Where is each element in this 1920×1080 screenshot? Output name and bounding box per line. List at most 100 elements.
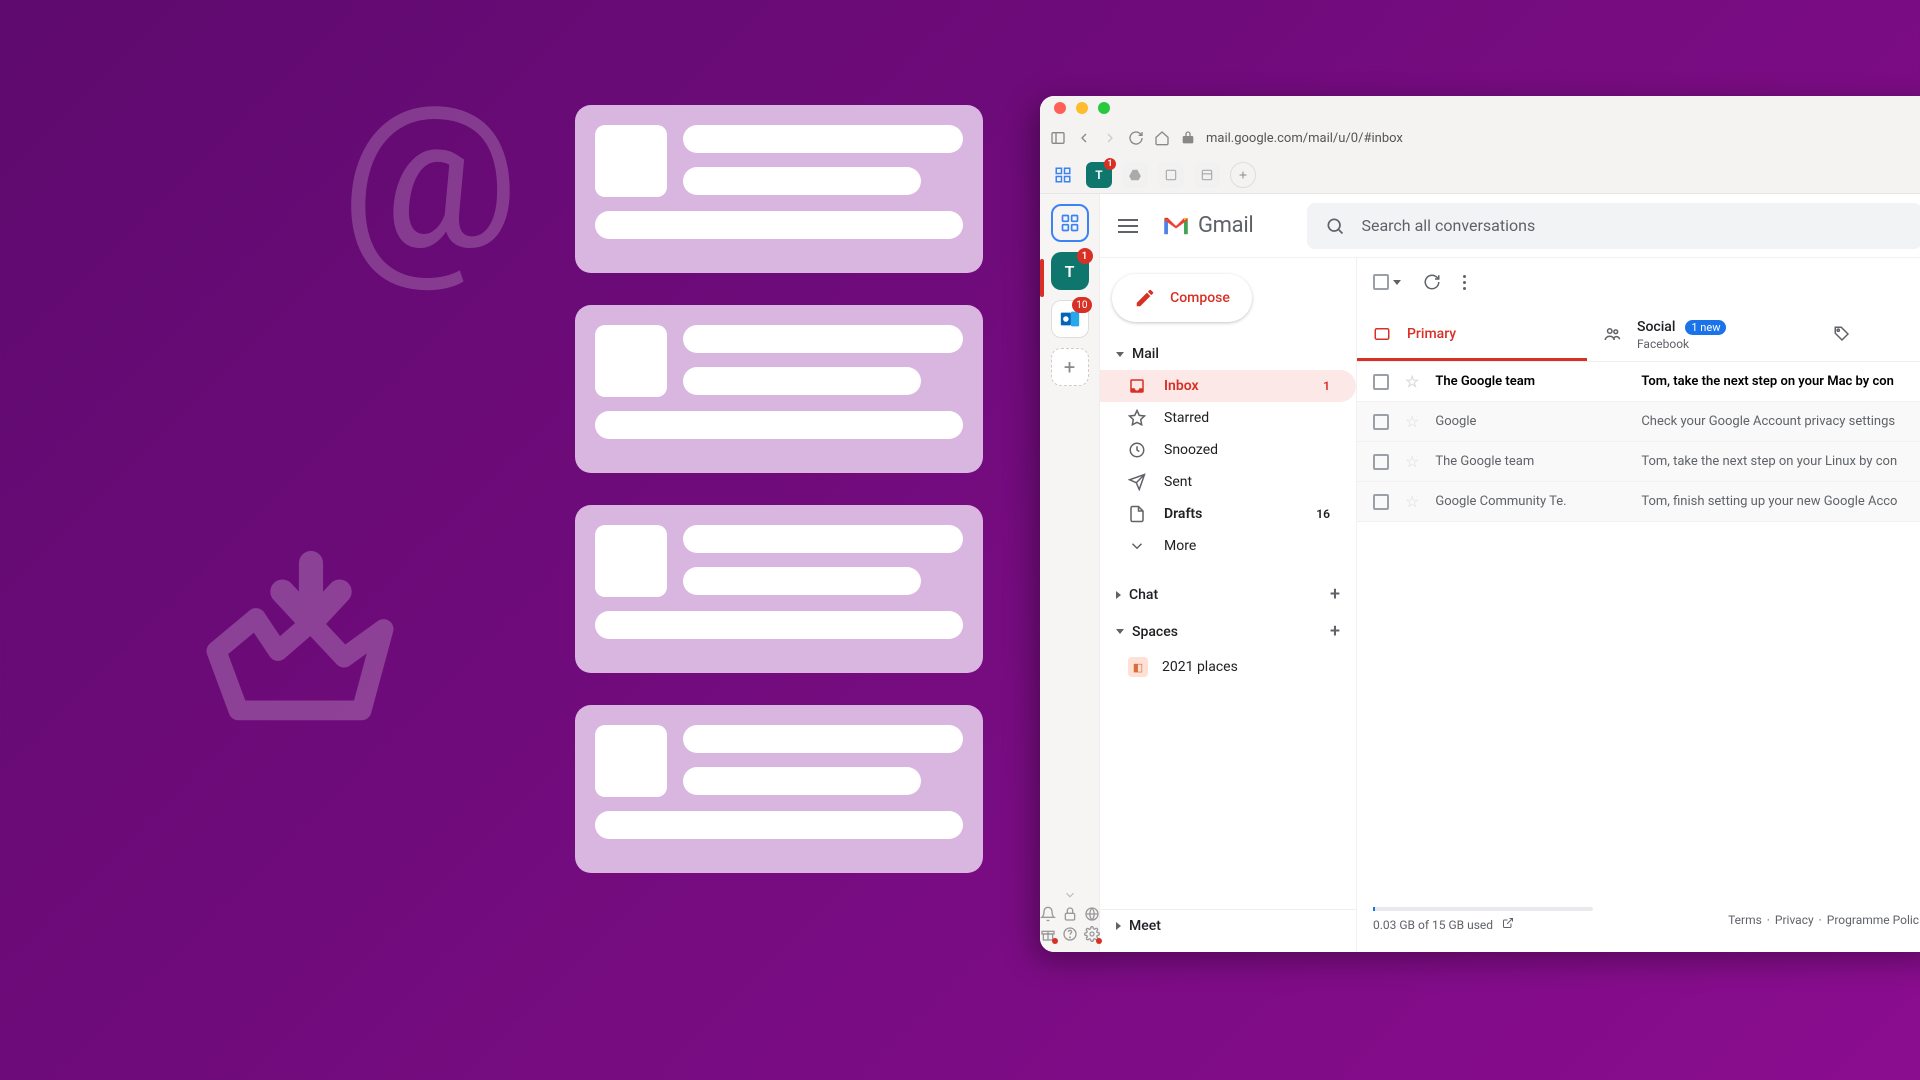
section-meet[interactable]: Meet bbox=[1100, 909, 1356, 942]
nav-snoozed-label: Snoozed bbox=[1164, 442, 1218, 458]
caret-right-icon bbox=[1116, 922, 1121, 930]
send-icon bbox=[1128, 473, 1146, 491]
spaces-add-icon[interactable]: + bbox=[1330, 621, 1340, 642]
bell-icon[interactable] bbox=[1040, 906, 1056, 922]
nav-drafts[interactable]: Drafts 16 bbox=[1100, 498, 1356, 530]
rail-add-account-button[interactable]: + bbox=[1051, 348, 1089, 386]
compose-button[interactable]: Compose bbox=[1112, 274, 1252, 322]
nav-sent[interactable]: Sent bbox=[1100, 466, 1356, 498]
mail-checkbox[interactable] bbox=[1373, 494, 1389, 510]
search-placeholder: Search all conversations bbox=[1361, 216, 1535, 235]
gift-icon[interactable] bbox=[1040, 926, 1056, 942]
star-icon[interactable]: ☆ bbox=[1405, 412, 1419, 431]
tab-app-2[interactable] bbox=[1194, 162, 1220, 188]
caret-right-icon bbox=[1116, 591, 1121, 599]
gmail-footer: 0.03 GB of 15 GB used Terms · Privacy · … bbox=[1357, 897, 1920, 952]
nav-sent-label: Sent bbox=[1164, 474, 1192, 490]
section-meet-label: Meet bbox=[1129, 918, 1161, 934]
section-spaces[interactable]: Spaces + bbox=[1100, 613, 1356, 650]
nav-snoozed[interactable]: Snoozed bbox=[1100, 434, 1356, 466]
rail-bottom-controls bbox=[1040, 888, 1100, 942]
url-text[interactable]: mail.google.com/mail/u/0/#inbox bbox=[1206, 131, 1403, 146]
sidebar-toggle-icon[interactable] bbox=[1050, 130, 1066, 146]
search-icon bbox=[1325, 216, 1345, 236]
star-icon[interactable]: ☆ bbox=[1405, 492, 1419, 511]
help-icon[interactable] bbox=[1062, 926, 1078, 942]
tab-badge: 1 bbox=[1104, 158, 1116, 170]
tab-social-pill: 1 new bbox=[1685, 320, 1726, 335]
window-titlebar bbox=[1040, 96, 1920, 120]
rail-apps-button[interactable] bbox=[1051, 204, 1089, 242]
mail-checkbox[interactable] bbox=[1373, 374, 1389, 390]
rail-account-initial: T bbox=[1065, 262, 1075, 281]
mail-sender: Google Community Te. bbox=[1435, 494, 1625, 509]
chevron-down-icon[interactable] bbox=[1063, 888, 1077, 902]
mail-row[interactable]: ☆The Google teamTom, take the next step … bbox=[1357, 362, 1920, 402]
tab-grid[interactable] bbox=[1050, 162, 1076, 188]
settings-gear-icon[interactable] bbox=[1084, 926, 1100, 942]
category-tabs: Primary Social 1 new Facebook bbox=[1357, 306, 1920, 362]
footer-terms[interactable]: Terms bbox=[1728, 913, 1762, 927]
rail-account-outlook[interactable]: 10 bbox=[1051, 300, 1089, 338]
refresh-icon[interactable] bbox=[1423, 273, 1441, 291]
tab-primary[interactable]: Primary bbox=[1357, 306, 1587, 361]
external-link-icon[interactable] bbox=[1502, 917, 1514, 932]
rail-badge-gmail: 1 bbox=[1077, 248, 1093, 264]
browser-tabstrip: T 1 bbox=[1040, 156, 1920, 194]
rail-account-gmail[interactable]: T 1 bbox=[1051, 252, 1089, 290]
mail-subject: Tom, take the next step on your Mac by c… bbox=[1641, 374, 1920, 389]
tab-gmail-account[interactable]: T 1 bbox=[1086, 162, 1112, 188]
mail-sender: The Google team bbox=[1435, 454, 1625, 469]
footer-program[interactable]: Programme Polici bbox=[1827, 913, 1920, 927]
mail-checkbox[interactable] bbox=[1373, 414, 1389, 430]
nav-more[interactable]: More bbox=[1100, 530, 1356, 562]
mail-subject: Tom, take the next step on your Linux by… bbox=[1641, 454, 1920, 469]
tab-promotions[interactable] bbox=[1817, 306, 1877, 361]
more-options-icon[interactable] bbox=[1463, 275, 1466, 290]
chat-add-icon[interactable]: + bbox=[1330, 584, 1340, 605]
file-icon bbox=[1128, 505, 1146, 523]
tab-primary-label: Primary bbox=[1407, 326, 1456, 342]
inbox-icon bbox=[1128, 377, 1146, 395]
search-input[interactable]: Search all conversations bbox=[1307, 203, 1920, 249]
section-chat[interactable]: Chat + bbox=[1100, 576, 1356, 613]
lock-small-icon[interactable] bbox=[1062, 906, 1078, 922]
star-icon[interactable]: ☆ bbox=[1405, 452, 1419, 471]
rail-badge-outlook: 10 bbox=[1072, 297, 1091, 313]
nav-back-icon[interactable] bbox=[1076, 130, 1092, 146]
star-icon[interactable]: ☆ bbox=[1405, 372, 1419, 391]
nav-starred-label: Starred bbox=[1164, 410, 1209, 426]
mail-row[interactable]: ☆Google Community Te.Tom, finish setting… bbox=[1357, 482, 1920, 522]
mail-row[interactable]: ☆GoogleCheck your Google Account privacy… bbox=[1357, 402, 1920, 442]
tab-social-label: Social bbox=[1637, 319, 1675, 335]
home-icon[interactable] bbox=[1154, 130, 1170, 146]
tab-social[interactable]: Social 1 new Facebook bbox=[1587, 306, 1817, 361]
nav-starred[interactable]: Starred bbox=[1100, 402, 1356, 434]
footer-privacy[interactable]: Privacy bbox=[1775, 913, 1814, 927]
mail-sender: Google bbox=[1435, 414, 1625, 429]
mail-list: ☆ The Google team Tom, take the next step … bbox=[1357, 362, 1920, 522]
rail-active-indicator bbox=[1040, 259, 1044, 297]
pencil-icon bbox=[1134, 287, 1156, 309]
reload-icon[interactable] bbox=[1128, 130, 1144, 146]
mail-checkbox[interactable] bbox=[1373, 454, 1389, 470]
tab-drive[interactable] bbox=[1122, 162, 1148, 188]
nav-inbox[interactable]: Inbox 1 bbox=[1100, 370, 1356, 402]
menu-icon[interactable] bbox=[1118, 219, 1138, 233]
tab-app-1[interactable] bbox=[1158, 162, 1184, 188]
space-item-label: 2021 places bbox=[1162, 659, 1238, 675]
nav-drafts-label: Drafts bbox=[1164, 506, 1202, 522]
space-item[interactable]: ◧ 2021 places bbox=[1100, 650, 1356, 684]
globe-icon[interactable] bbox=[1084, 906, 1100, 922]
select-all-checkbox[interactable] bbox=[1373, 274, 1401, 290]
new-tab-button[interactable] bbox=[1230, 162, 1256, 188]
mail-row[interactable]: ☆ The Google team Tom, take the next step … bbox=[1357, 442, 1920, 482]
section-mail-label: Mail bbox=[1132, 346, 1159, 362]
section-mail[interactable]: Mail bbox=[1100, 338, 1356, 370]
window-maximize-button[interactable] bbox=[1098, 102, 1110, 114]
nav-forward-icon[interactable] bbox=[1102, 130, 1118, 146]
window-close-button[interactable] bbox=[1054, 102, 1066, 114]
window-minimize-button[interactable] bbox=[1076, 102, 1088, 114]
gmail-logo[interactable]: Gmail bbox=[1162, 213, 1253, 238]
gmail-sidebar: Compose Mail Inbox 1 Starred bbox=[1100, 258, 1356, 952]
